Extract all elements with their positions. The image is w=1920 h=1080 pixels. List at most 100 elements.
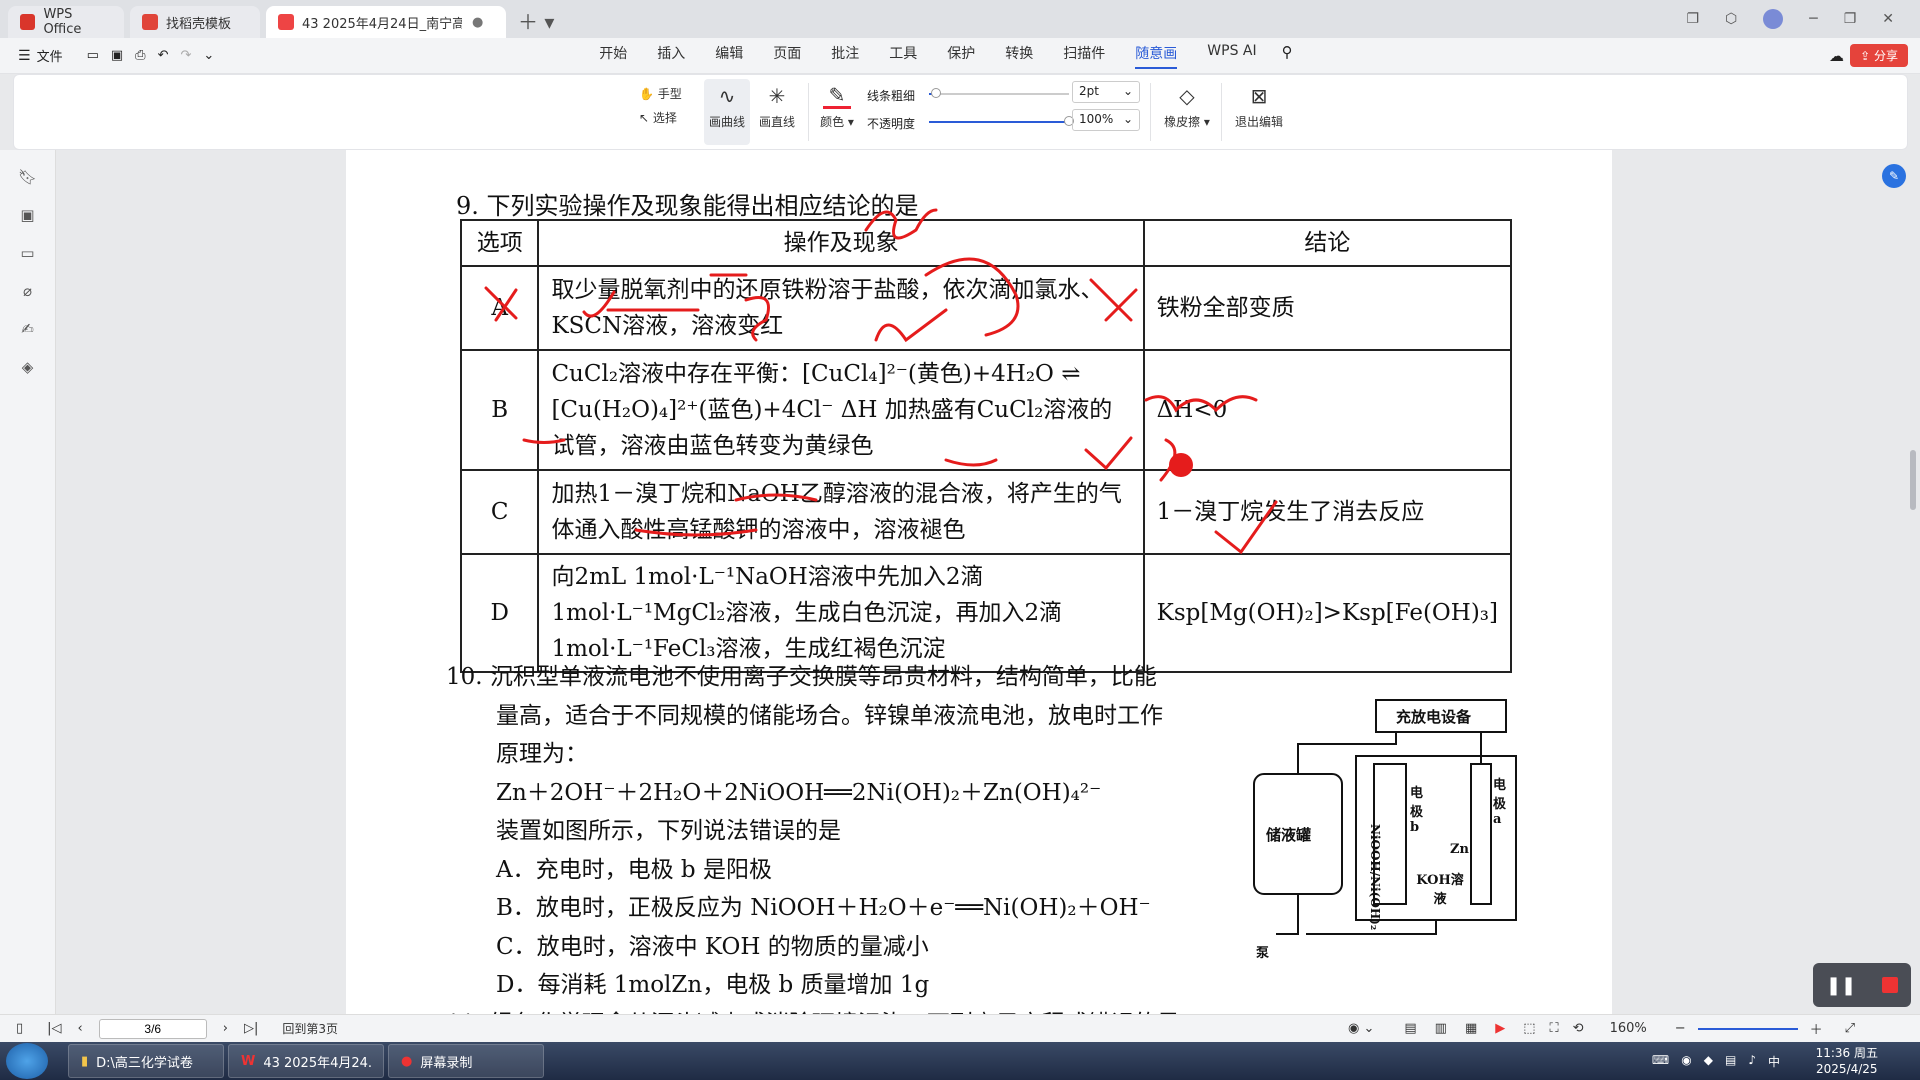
tab-document[interactable]: 43 2025年4月24日_南宁高三 ● <box>266 6 506 38</box>
close-icon[interactable]: ✕ <box>1882 11 1894 27</box>
search-icon[interactable]: ⚲ <box>1282 43 1293 69</box>
menu-scan[interactable]: 扫描件 <box>1063 43 1105 69</box>
opacity-slider[interactable] <box>929 116 1074 126</box>
table-header: 操作及现象 <box>537 219 1145 267</box>
zoom-in-icon[interactable]: ＋ <box>1810 1019 1823 1038</box>
tab-template[interactable]: 找稻壳模板 <box>130 6 260 38</box>
play-icon[interactable]: ▶ <box>1495 1021 1505 1036</box>
device-label: 充放电设备 <box>1396 708 1472 726</box>
zoom-out-icon[interactable]: − <box>1675 1021 1686 1036</box>
menu-freedraw[interactable]: 随意画 <box>1135 43 1178 69</box>
fit-width-icon[interactable]: ⬚ <box>1523 1021 1535 1036</box>
document-area: 9. 下列实验操作及现象能得出相应结论的是 选项 操作及现象 结论 A 取少量脱… <box>56 150 1920 1020</box>
two-page-icon[interactable]: ▦ <box>1465 1021 1477 1036</box>
thickness-label: 线条粗细 <box>867 89 916 103</box>
minimize-icon[interactable]: ─ <box>1809 11 1817 27</box>
thickness-select[interactable]: 2pt ⌄ <box>1072 81 1140 103</box>
start-button[interactable] <box>6 1043 48 1079</box>
next-page-icon[interactable]: › <box>223 1021 228 1036</box>
print-icon[interactable]: ⎙ <box>135 48 145 63</box>
file-menu[interactable]: 文件 <box>37 46 63 65</box>
new-tab-icon[interactable]: ＋ ▾ <box>512 6 560 38</box>
signature-icon[interactable]: ✍ <box>18 320 38 340</box>
cube-icon[interactable]: ⬡ <box>1725 11 1737 27</box>
color-picker[interactable]: ✎ 颜色 ▾ <box>817 83 857 130</box>
zoom-slider[interactable] <box>1697 1027 1798 1030</box>
page-input[interactable] <box>98 1018 207 1039</box>
close-tab-icon[interactable]: ● <box>472 15 483 30</box>
eraser-tool[interactable]: ◇ 橡皮擦 ▾ <box>1162 83 1212 130</box>
taskbar-wps[interactable]: W 43 2025年4月24... <box>228 1044 384 1078</box>
eye-icon[interactable]: ◉ ⌄ <box>1348 1021 1374 1036</box>
thickness-slider[interactable] <box>929 88 1069 98</box>
menu-start[interactable]: 开始 <box>599 43 627 69</box>
pause-icon[interactable]: ❚❚ <box>1826 975 1856 996</box>
rotate-icon[interactable]: ⟲ <box>1573 1021 1584 1036</box>
menu-edit[interactable]: 编辑 <box>715 43 743 69</box>
conclusion-cell: Ksp[Mg(OH)₂]>Ksp[Fe(OH)₃] <box>1142 553 1513 673</box>
menu-page[interactable]: 页面 <box>773 43 801 69</box>
menu-insert[interactable]: 插入 <box>657 43 685 69</box>
volume-icon[interactable]: ♪ <box>1748 1053 1756 1070</box>
continuous-icon[interactable]: ▥ <box>1435 1021 1447 1036</box>
hand-tool[interactable]: ✋ 手型 <box>639 85 682 102</box>
fit-page-icon[interactable]: ⛶ <box>1550 1021 1559 1036</box>
table-row: A 取少量脱氧剂中的还原铁粉溶于盐酸，依次滴加氯水、KSCN溶液，溶液变红 铁粉… <box>459 265 1513 351</box>
menu-wps-ai[interactable]: WPS AI <box>1207 43 1256 69</box>
tab-list-icon[interactable]: ❐ <box>1686 11 1699 27</box>
network-icon[interactable]: ▤ <box>1725 1053 1736 1070</box>
q10-equation: Zn＋2OH⁻＋2H₂O＋2NiOOH══2Ni(OH)₂＋Zn(OH)₄²⁻ <box>496 779 1102 806</box>
first-page-icon[interactable]: |◁ <box>47 1021 61 1036</box>
pdf-icon <box>278 14 294 30</box>
question-10: 10. 沉积型单液流电池不使用离子交换膜等昂贵材料，结构简单，比能 量高，适合于… <box>446 658 1206 1020</box>
restore-icon[interactable]: ❐ <box>1844 11 1857 27</box>
float-note-icon[interactable]: ✎ <box>1882 164 1906 188</box>
ime-icon[interactable]: 中 <box>1768 1053 1780 1070</box>
option-cell: C <box>459 469 540 555</box>
scrollbar[interactable] <box>1910 450 1916 510</box>
undo-icon[interactable]: ↶ <box>158 48 169 63</box>
prev-page-icon[interactable]: ‹ <box>78 1021 83 1036</box>
battery-diagram: 充放电设备 储液罐 NiOOH/Ni(OH)₂ 电极b 电极a Zn KOH溶液… <box>1246 694 1522 964</box>
menu-protect[interactable]: 保护 <box>947 43 975 69</box>
taskbar: ▮ D:\高三化学试卷 W 43 2025年4月24... ● 屏幕录制 ⌨ ◉ ◆ ▤ ♪ 中… <box>0 1042 1920 1080</box>
redo-icon[interactable]: ↷ <box>180 48 191 63</box>
back-to-page[interactable]: 回到第3页 <box>282 1020 338 1037</box>
bookmark-icon[interactable]: 🔖︎ <box>18 168 38 188</box>
open-icon[interactable]: ▭ <box>87 48 99 63</box>
save-icon[interactable]: ▣ <box>111 48 123 63</box>
select-tool[interactable]: ↖ 选择 <box>639 109 677 126</box>
attachment-icon[interactable]: ⌀ <box>18 282 38 302</box>
curve-tool[interactable]: ∿ 画曲线 <box>704 79 750 145</box>
exit-edit-button[interactable]: ⊠ 退出编辑 <box>1232 83 1286 130</box>
thumbnail-icon[interactable]: ▣ <box>18 206 38 226</box>
menu-convert[interactable]: 转换 <box>1005 43 1033 69</box>
opacity-select[interactable]: 100% ⌄ <box>1072 109 1140 131</box>
layers-icon[interactable]: ◈ <box>18 358 38 378</box>
single-page-icon[interactable]: ▤ <box>1404 1021 1416 1036</box>
q10-line: 量高，适合于不同规模的储能场合。锌镍单液流电池，放电时工作 <box>496 702 1163 729</box>
taskbar-explorer[interactable]: ▮ D:\高三化学试卷 <box>68 1044 224 1078</box>
tab-wps-office[interactable]: WPS Office <box>8 6 124 38</box>
comment-icon[interactable]: ▭ <box>18 244 38 264</box>
line-tool[interactable]: ✳ 画直线 <box>754 83 800 130</box>
sidebar-toggle-icon[interactable]: ▯ <box>16 1021 23 1036</box>
fullscreen-icon[interactable]: ⤢ <box>1845 1021 1855 1036</box>
more-icon[interactable]: ⌄ <box>203 48 214 63</box>
cloud-icon[interactable]: ☁ <box>1829 47 1844 65</box>
menu-tools[interactable]: 工具 <box>889 43 917 69</box>
share-button[interactable]: ⇪ 分享 <box>1850 44 1908 67</box>
chrome-icon[interactable]: ◉ <box>1681 1053 1691 1070</box>
menu-annotate[interactable]: 批注 <box>831 43 859 69</box>
keyboard-icon[interactable]: ⌨ <box>1652 1053 1669 1070</box>
avatar[interactable] <box>1763 9 1784 29</box>
clock[interactable]: 11:36 周五 2025/4/25 <box>1816 1045 1878 1077</box>
system-tray: ⌨ ◉ ◆ ▤ ♪ 中 <box>1652 1053 1780 1070</box>
q10-line: 装置如图所示，下列说法错误的是 <box>496 818 841 844</box>
hamburger-icon[interactable]: ☰ <box>18 48 31 64</box>
last-page-icon[interactable]: ▷| <box>244 1021 258 1036</box>
app-icon[interactable]: ◆ <box>1704 1053 1713 1070</box>
zoom-value[interactable]: 160% <box>1610 1021 1647 1036</box>
taskbar-recorder[interactable]: ● 屏幕录制 <box>388 1044 544 1078</box>
stop-icon[interactable] <box>1882 977 1899 993</box>
